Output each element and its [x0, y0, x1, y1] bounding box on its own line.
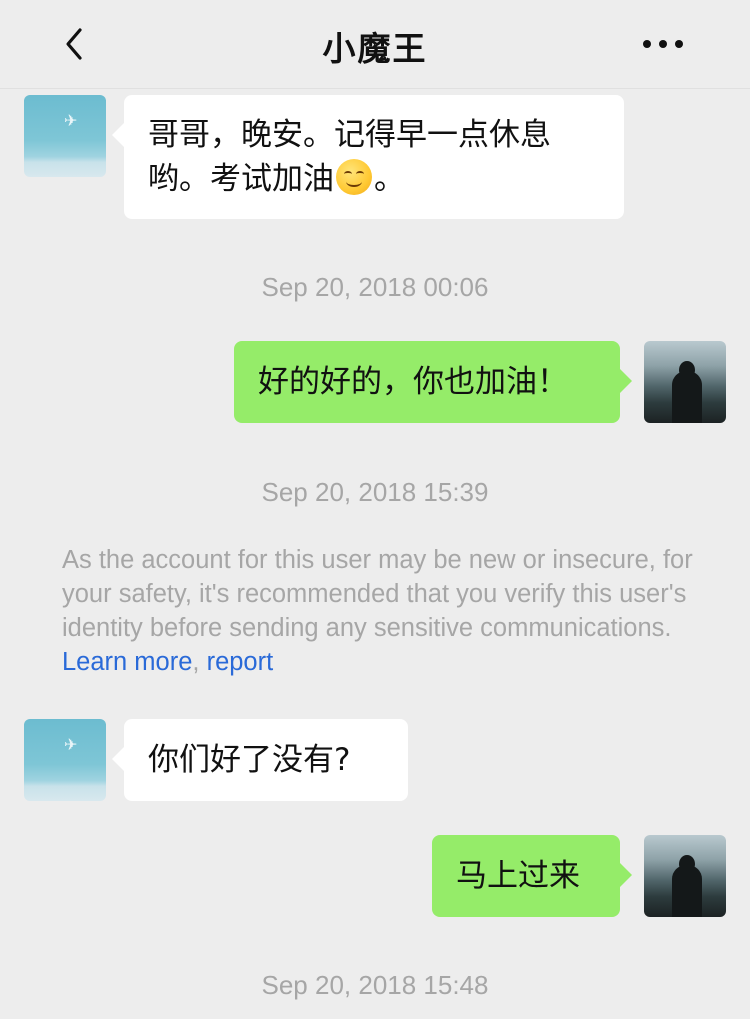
security-notice: As the account for this user may be new … — [62, 543, 702, 679]
message-bubble-outgoing[interactable]: 马上过来 — [432, 835, 632, 917]
notice-text: As the account for this user may be new … — [62, 546, 693, 642]
smiling-face-emoji-icon — [336, 159, 372, 195]
more-dots-icon[interactable] — [640, 34, 686, 54]
message-text: 哟。考试加油。 — [148, 159, 405, 197]
learn-more-link[interactable]: Learn more — [62, 648, 192, 676]
timestamp: Sep 20, 2018 15:39 — [261, 477, 489, 507]
contact-avatar[interactable]: ✈ — [24, 95, 106, 177]
message-text: 你们好了没有? — [148, 742, 351, 778]
notice-separator: , — [192, 648, 207, 676]
message-text: 好的好的，你也加油！ — [258, 364, 568, 400]
contact-avatar[interactable]: ✈ — [24, 719, 106, 801]
my-avatar[interactable] — [644, 835, 726, 917]
airplane-icon: ✈ — [64, 111, 78, 130]
airplane-icon: ✈ — [64, 735, 78, 754]
timestamp: Sep 20, 2018 15:48 — [261, 970, 489, 1000]
my-avatar[interactable] — [644, 341, 726, 423]
message-text: 哥哥，晚安。记得早一点休息 — [148, 117, 551, 153]
chat-title: 小魔王 — [322, 29, 428, 68]
chat-header: 小魔王 — [0, 0, 750, 89]
timestamp: Sep 20, 2018 00:06 — [261, 272, 489, 302]
message-bubble-outgoing[interactable]: 好的好的，你也加油！ — [234, 341, 632, 423]
message-bubble-incoming[interactable]: 你们好了没有? — [112, 719, 408, 801]
message-bubble-incoming[interactable]: 哥哥，晚安。记得早一点休息 哟。考试加油。 — [112, 95, 624, 219]
report-link[interactable]: report — [207, 648, 274, 676]
message-text: 马上过来 — [456, 858, 580, 894]
